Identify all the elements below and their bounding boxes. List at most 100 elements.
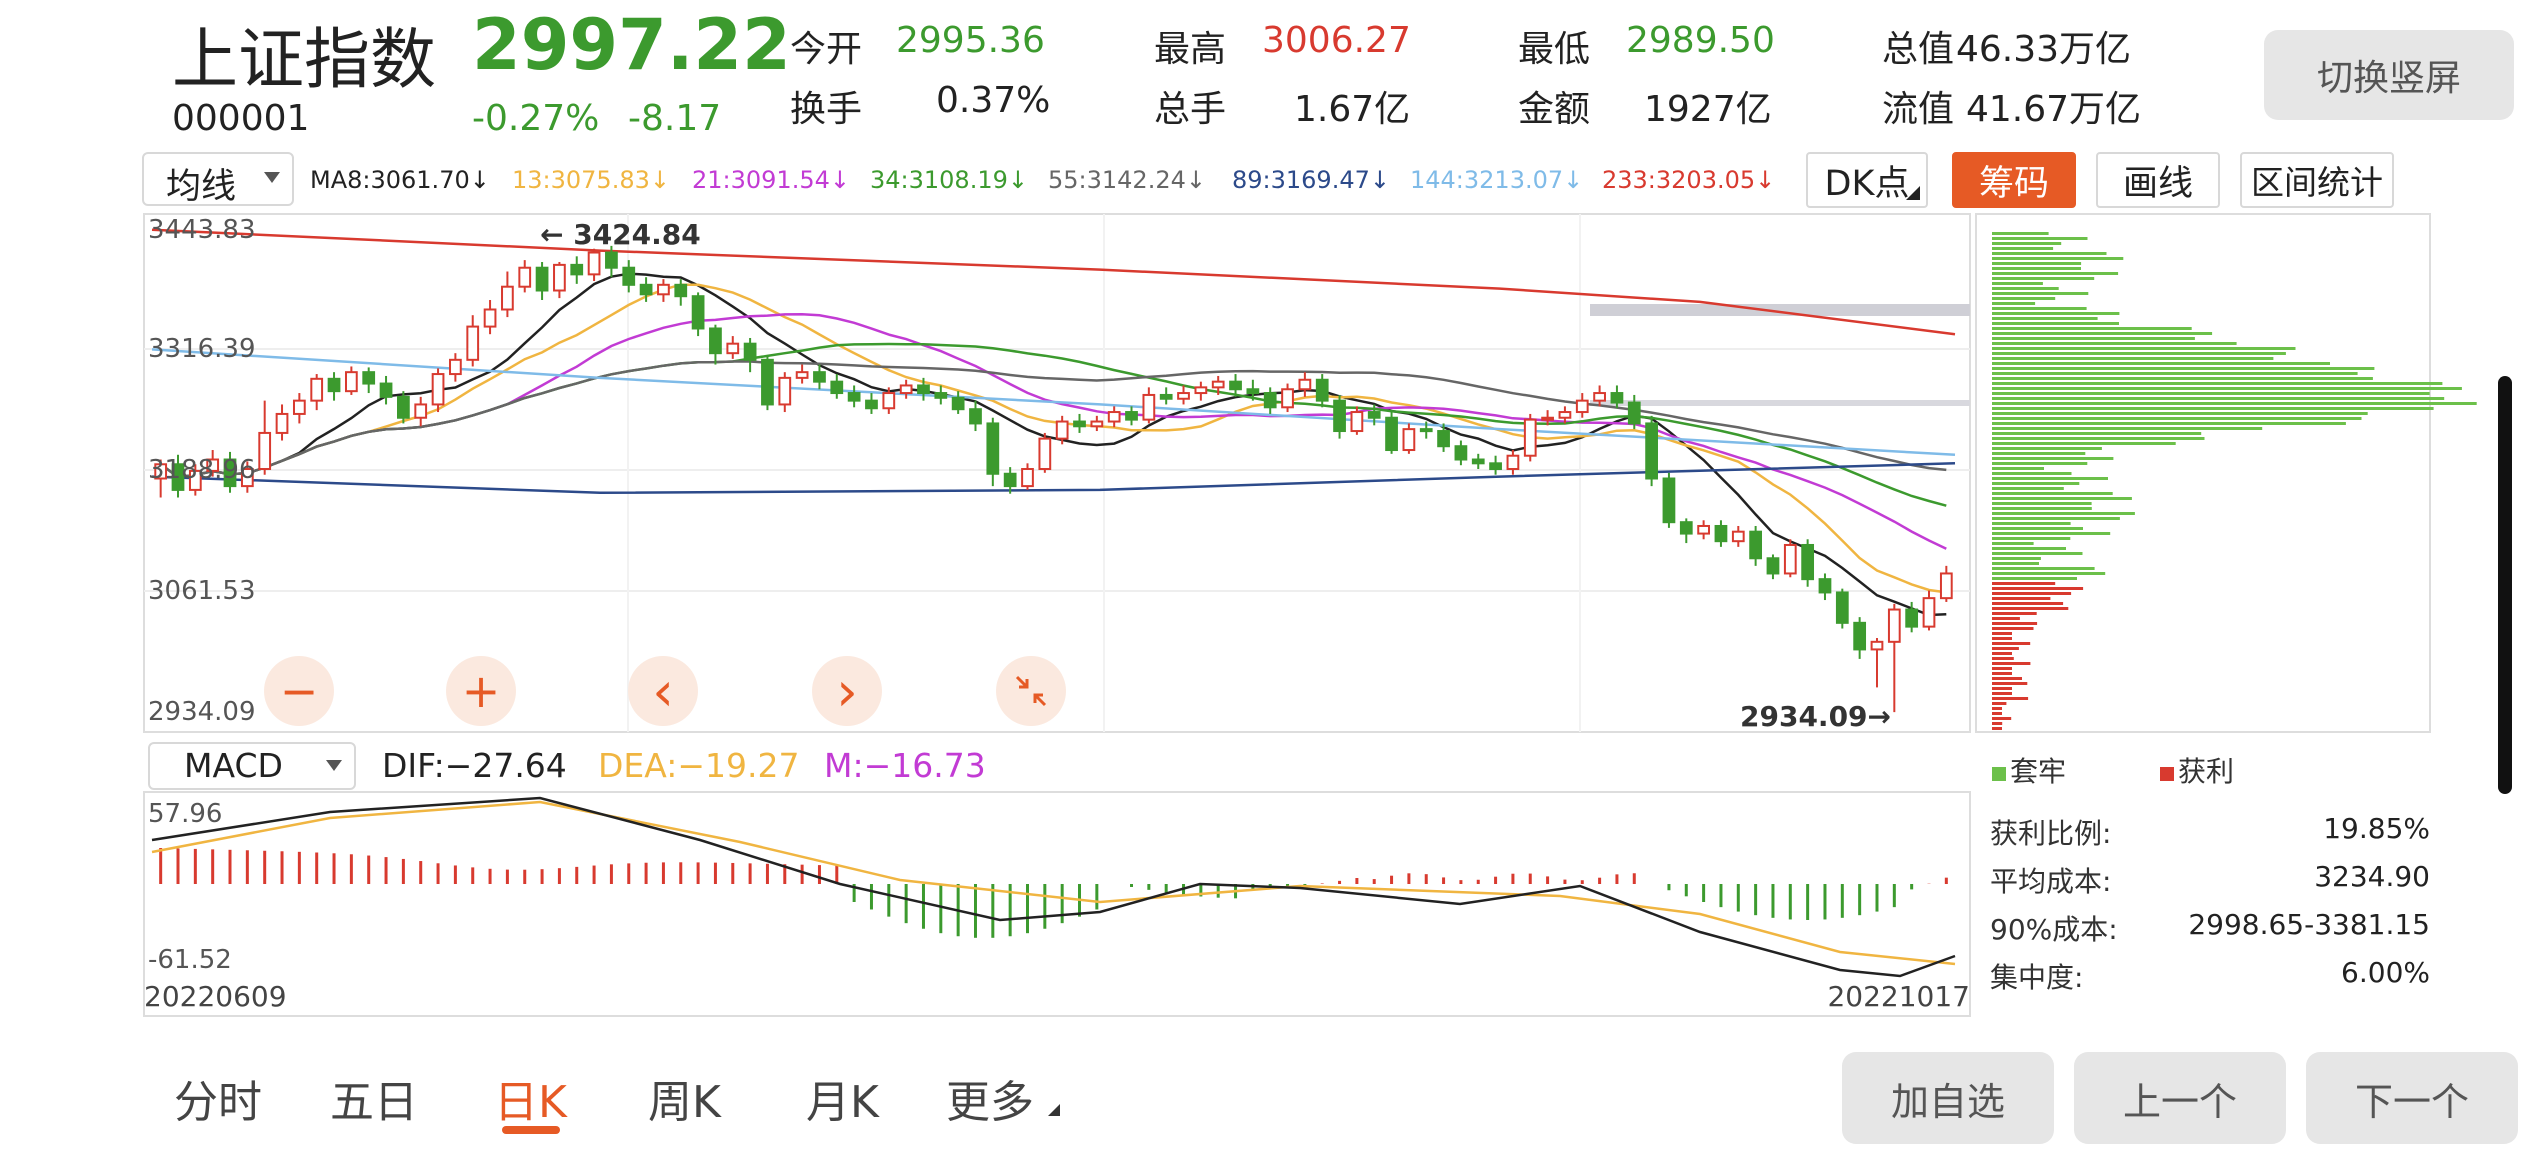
next-stock-button[interactable]: 下一个 (2306, 1052, 2518, 1144)
float-value-value: 41.67万亿 (1966, 89, 2142, 130)
chip-bar (1992, 372, 2358, 375)
chip-bar (1992, 612, 2037, 615)
zoom-in-button[interactable]: + (446, 656, 516, 726)
chip-bar (1992, 262, 2082, 265)
candle-body (1662, 477, 1676, 524)
scrollbar[interactable] (2498, 376, 2512, 794)
chip-bar (1992, 312, 2120, 315)
chip-bar (1992, 527, 2083, 530)
chip-bar (1992, 487, 2064, 490)
indicator-select[interactable]: MACD (148, 742, 356, 790)
scroll-right-button[interactable]: › (812, 656, 882, 726)
dif-line (151, 796, 1956, 978)
candle-body (1194, 386, 1208, 395)
chip-bar (1992, 712, 2002, 715)
candle-body (986, 422, 1000, 475)
chip-bar (1992, 677, 2022, 680)
candle-body (830, 380, 844, 395)
candle-body (1125, 411, 1138, 421)
open-label: 今开 (790, 29, 863, 70)
previous-stock-button[interactable]: 上一个 (2074, 1052, 2286, 1144)
candle-body (1298, 378, 1312, 391)
candle-body (1731, 530, 1745, 543)
candle-body (1090, 420, 1104, 428)
chip-bar (1992, 722, 2003, 725)
candle-body (622, 266, 636, 286)
chips-button[interactable]: 筹码 (1952, 152, 2076, 208)
y-tick-label: 3443.83 (148, 215, 256, 245)
candle-body (951, 396, 965, 411)
candle-body (275, 412, 289, 434)
chip-bar (1992, 417, 2362, 420)
switch-orientation-button[interactable]: 切换竖屏 (2264, 30, 2514, 120)
candle-body (761, 358, 774, 406)
bottom-tab[interactable]: 更多 (946, 1066, 1034, 1130)
chip-bar (1992, 587, 2084, 590)
candle-body (1211, 380, 1225, 389)
ma-line (159, 272, 1947, 617)
candle-body (240, 468, 254, 488)
candle-body (674, 283, 688, 298)
candle-body (431, 373, 445, 406)
ma-select[interactable]: 均线 (142, 152, 294, 207)
candle-body (813, 371, 826, 383)
change-percent: -0.27% (472, 98, 600, 139)
chip-bar (1992, 727, 2002, 730)
candle-body (691, 295, 705, 330)
candle-body (1835, 591, 1849, 624)
candle-body (310, 377, 324, 402)
zoom-out-button[interactable]: − (264, 656, 334, 726)
candle-body (605, 251, 618, 269)
candle-body (1853, 621, 1867, 651)
chip-bar (1992, 377, 2373, 380)
scroll-left-button[interactable]: ‹ (628, 656, 698, 726)
chip-bar (1992, 472, 2072, 475)
range-stats-button[interactable]: 区间统计 (2240, 152, 2394, 208)
candle-body (1697, 524, 1710, 535)
ma-legend-item: 233:3203.05↓ (1602, 166, 1776, 194)
ma-legend-item: 21:3091.54↓ (692, 166, 850, 194)
add-watchlist-button[interactable]: 加自选 (1842, 1052, 2054, 1144)
candle-body (1749, 530, 1763, 560)
turnover-label: 换手 (790, 89, 863, 130)
chip-bar (1992, 257, 2124, 260)
more-corner-icon (1048, 1104, 1060, 1116)
chip-bar (1992, 672, 2012, 675)
candle-body (882, 392, 896, 410)
candle-body (587, 251, 601, 276)
candle-body (1073, 420, 1086, 428)
candle-body (1714, 524, 1728, 543)
draw-line-button[interactable]: 画线 (2096, 152, 2220, 208)
chip-bar (1992, 442, 2176, 445)
candle-body (1454, 445, 1468, 461)
dk-button[interactable]: DK点 (1806, 152, 1928, 208)
chip-stat-value: 3234.90 (2314, 860, 2430, 893)
chip-stat-label: 平均成本: (1990, 865, 2112, 898)
bottom-tab[interactable]: 周K (648, 1066, 721, 1130)
chip-bar (1992, 277, 2095, 280)
candle-body (379, 382, 393, 398)
candle-body (258, 431, 272, 471)
chip-bar (1992, 362, 2330, 365)
bottom-tab[interactable]: 日K (494, 1066, 567, 1130)
legend-trapped: 套牢 (1992, 750, 2066, 790)
minus-icon: − (279, 664, 319, 718)
candle-body (639, 283, 653, 296)
y-tick-label: 2934.09 (148, 697, 256, 727)
chip-bar (1992, 702, 2007, 705)
chip-bar (1992, 582, 2056, 585)
indicator-select-label: MACD (184, 746, 283, 785)
bottom-tab[interactable]: 分时 (174, 1066, 262, 1130)
chip-bar (1992, 412, 2368, 415)
candle-body (1333, 399, 1346, 433)
float-value-label: 流值 (1882, 89, 1955, 130)
collapse-arrows-icon (1015, 675, 1047, 707)
ma-legend-item: 13:3075.83↓ (512, 166, 670, 194)
collapse-button[interactable] (996, 656, 1066, 726)
candle-body (1350, 411, 1364, 433)
bottom-tab[interactable]: 月K (806, 1066, 879, 1130)
max-price-label: ← 3424.84 (540, 218, 701, 251)
chip-bar (1992, 427, 2263, 430)
bottom-tab[interactable]: 五日 (330, 1066, 418, 1130)
chip-bar (1992, 387, 2462, 390)
